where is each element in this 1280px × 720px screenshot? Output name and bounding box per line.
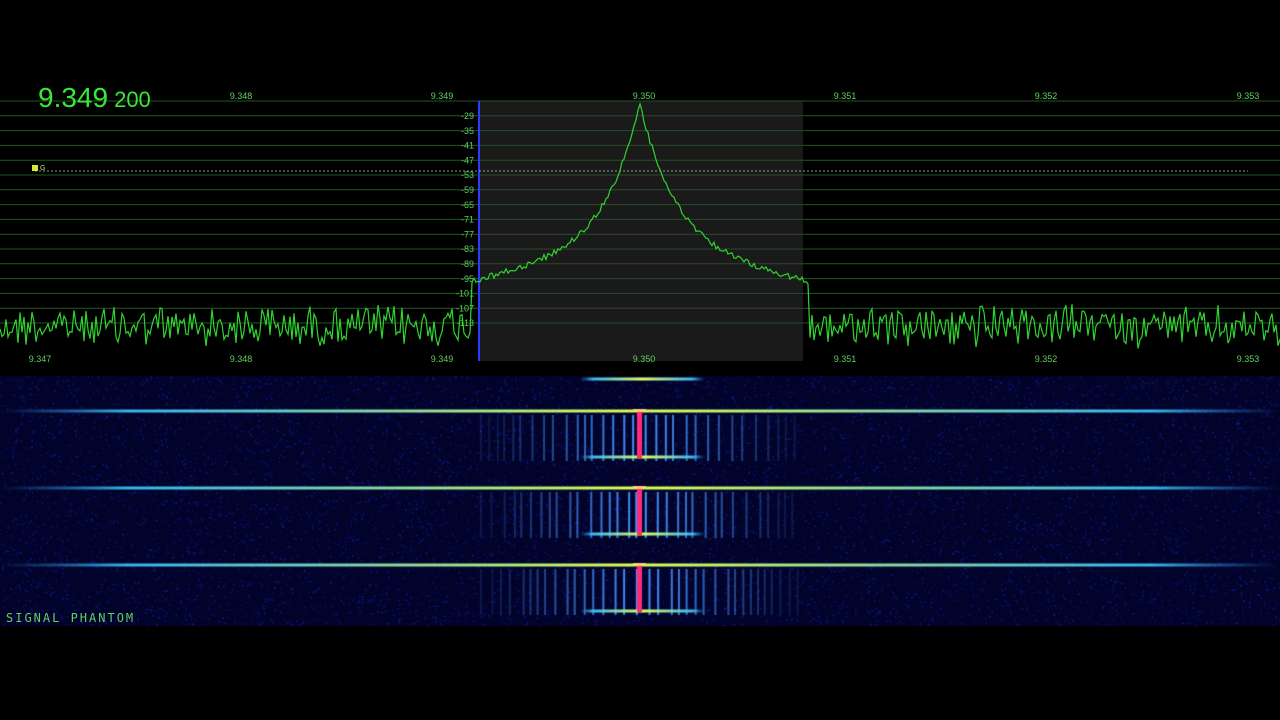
freq-tick-label: 9.349 xyxy=(431,91,454,101)
db-tick-label: -71 xyxy=(461,215,474,225)
db-tick-label: -53 xyxy=(461,170,474,180)
freq-tick-label: 9.347 xyxy=(29,354,52,364)
freq-tick-label: 9.353 xyxy=(1237,91,1260,101)
freq-tick-label: 9.350 xyxy=(633,354,656,364)
threshold-marker-label: G xyxy=(40,165,45,172)
frequency-scale-top: 9.348 9.349 9.350 9.351 9.352 9.353 xyxy=(230,91,1260,101)
freq-tick-label: 9.352 xyxy=(1035,91,1058,101)
freq-tick-label: 9.350 xyxy=(633,91,656,101)
frequency-readout[interactable]: 9.349 200 xyxy=(38,82,151,114)
freq-tick-label: 9.351 xyxy=(834,354,857,364)
db-tick-label: -35 xyxy=(461,126,474,136)
db-tick-label: -41 xyxy=(461,141,474,151)
frequency-hz: 200 xyxy=(114,87,151,112)
freq-tick-label: 9.351 xyxy=(834,91,857,101)
db-tick-label: -29 xyxy=(461,111,474,121)
db-tick-label: -47 xyxy=(461,155,474,165)
brand-watermark: SIGNAL PHANTOM xyxy=(6,611,136,625)
db-tick-label: -83 xyxy=(461,244,474,254)
freq-tick-label: 9.349 xyxy=(431,354,454,364)
db-tick-label: -89 xyxy=(461,259,474,269)
freq-tick-label: 9.353 xyxy=(1237,354,1260,364)
freq-tick-label: 9.348 xyxy=(230,354,253,364)
db-tick-label: -59 xyxy=(461,185,474,195)
threshold-marker[interactable] xyxy=(32,165,38,171)
waterfall-display[interactable] xyxy=(0,364,1280,636)
freq-tick-label: 9.352 xyxy=(1035,354,1058,364)
frequency-scale-bottom: 9.347 9.348 9.349 9.350 9.351 9.352 9.353 xyxy=(29,354,1260,364)
frequency-mhz: 9.349 xyxy=(38,82,109,113)
spectrum-panel[interactable]: G -29-35-41-47-53-59-65-71-77-83-89-95-1… xyxy=(0,88,1280,364)
db-tick-label: -65 xyxy=(461,200,474,210)
freq-tick-label: 9.348 xyxy=(230,91,253,101)
db-tick-label: -77 xyxy=(461,229,474,239)
receiver-passband[interactable] xyxy=(479,101,803,361)
